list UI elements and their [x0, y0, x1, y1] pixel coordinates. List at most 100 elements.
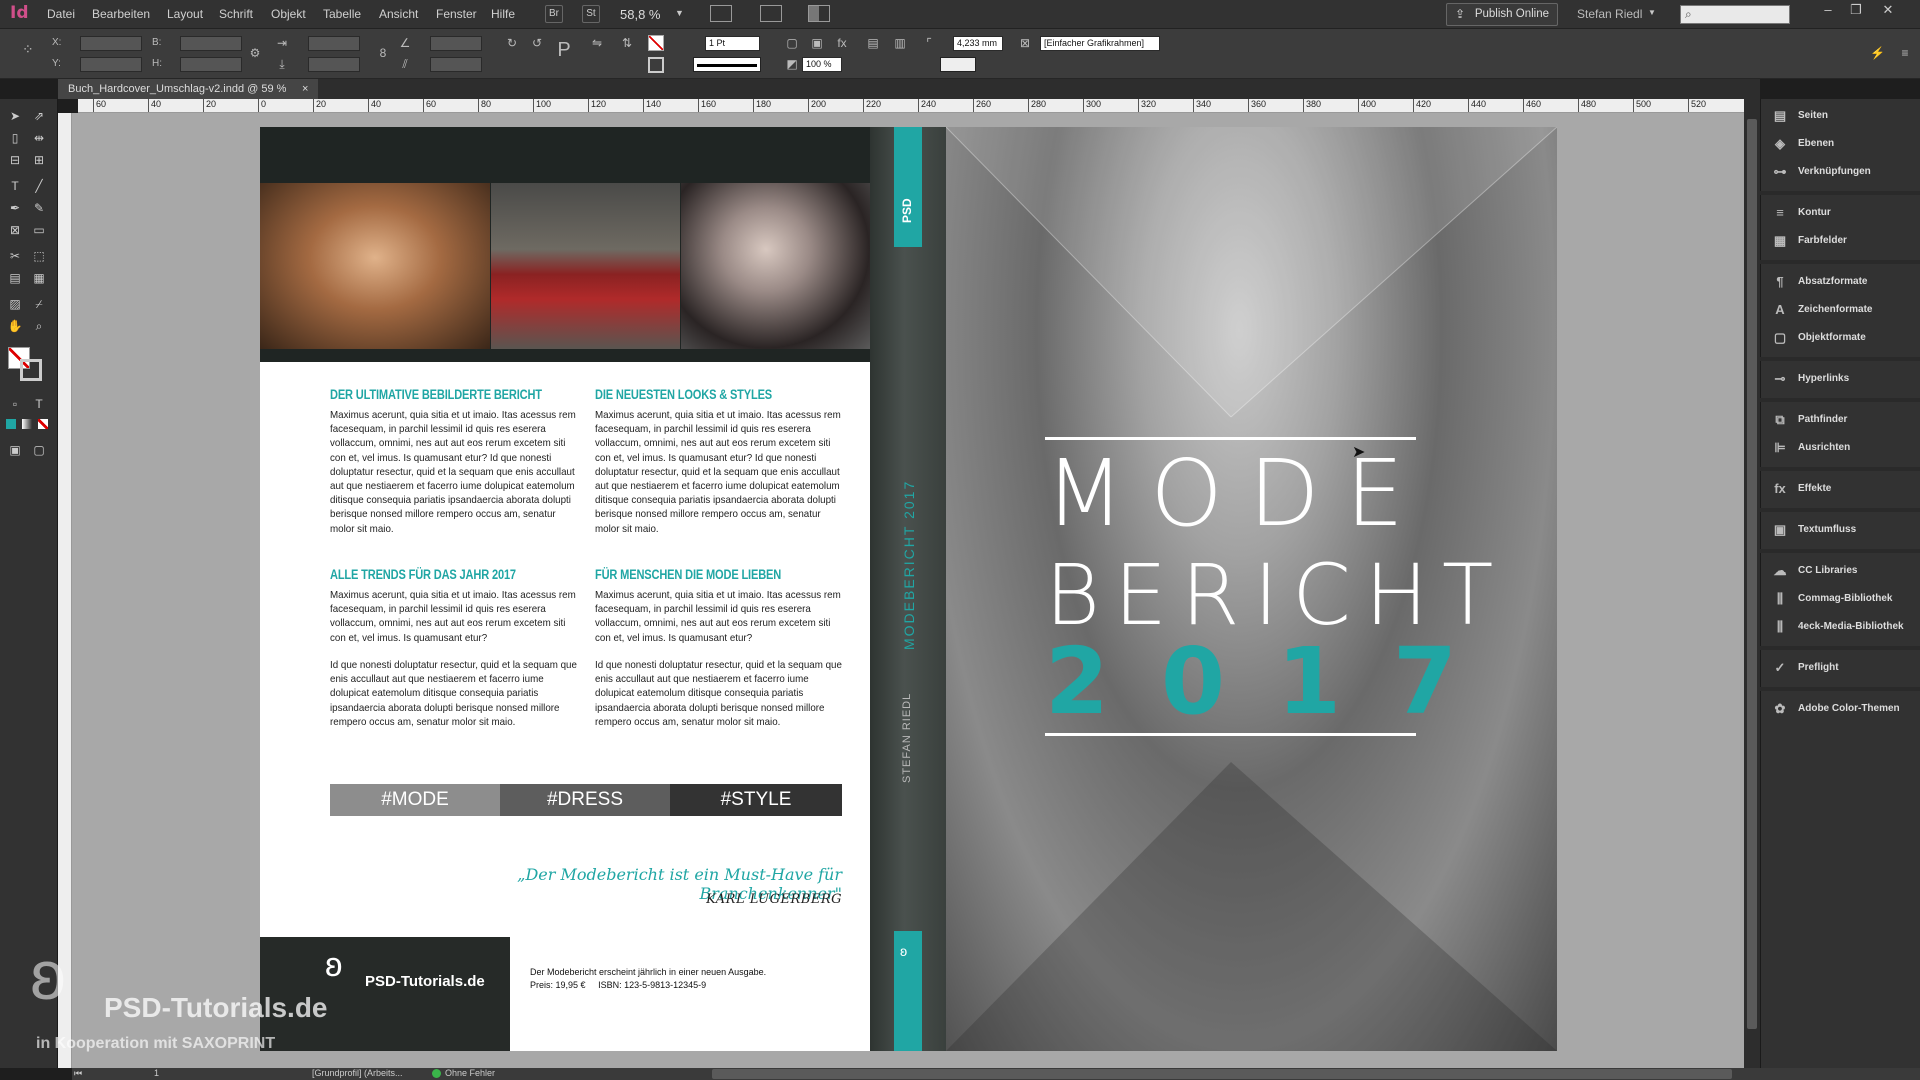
- horizontal-scrollbar-thumb[interactable]: [712, 1069, 1732, 1079]
- panel-absatzformate[interactable]: ¶ Absatzformate: [1771, 271, 1916, 293]
- minimize-icon[interactable]: –: [1815, 2, 1841, 20]
- corner-shape-icon[interactable]: ⌜: [922, 36, 936, 50]
- photo-woman-black-feathers[interactable]: [681, 183, 870, 349]
- panel-objektformate[interactable]: ▢ Objektformate: [1771, 327, 1916, 349]
- menu-objekt[interactable]: Objekt: [271, 7, 306, 21]
- close-tab-icon[interactable]: ×: [302, 79, 308, 99]
- rectangle-frame-tool-icon[interactable]: ⊠: [6, 221, 24, 239]
- menu-datei[interactable]: Datei: [47, 7, 75, 21]
- fill-none-swatch[interactable]: [648, 35, 664, 51]
- search-input[interactable]: ⌕: [1680, 5, 1790, 24]
- normal-view-icon[interactable]: ▣: [6, 441, 24, 459]
- scrollbar-thumb[interactable]: [1747, 119, 1757, 1029]
- pen-tool-icon[interactable]: ✒: [6, 199, 24, 217]
- flip-h-icon[interactable]: ⇋: [590, 36, 604, 50]
- height-field[interactable]: [180, 57, 242, 72]
- constrain-proportions-icon[interactable]: ⚙: [248, 46, 262, 60]
- user-menu[interactable]: Stefan Riedl: [1577, 7, 1642, 21]
- rotate-cw-icon[interactable]: ↻: [505, 36, 519, 50]
- y-field[interactable]: [80, 57, 142, 72]
- path-select-icon[interactable]: P: [557, 40, 571, 60]
- panel-ebenen[interactable]: ◈ Ebenen: [1771, 133, 1916, 155]
- chevron-down-icon[interactable]: ▼: [1648, 8, 1656, 17]
- free-transform-tool-icon[interactable]: ⬚: [30, 247, 48, 265]
- restore-icon[interactable]: ❐: [1843, 2, 1869, 20]
- panel-verknuepfungen[interactable]: ⊶ Verknüpfungen: [1771, 161, 1916, 183]
- lightning-icon[interactable]: ⚡: [1870, 46, 1885, 60]
- view-options-icon[interactable]: [710, 5, 732, 22]
- document-tab[interactable]: Buch_Hardcover_Umschlag-v2.indd @ 59 % ×: [58, 79, 318, 99]
- eyedropper-tool-icon[interactable]: ⌿: [30, 295, 48, 313]
- content-collector-icon[interactable]: ⊟: [6, 151, 24, 169]
- scissors-tool-icon[interactable]: ✂: [6, 247, 24, 265]
- panel-hyperlinks[interactable]: ⊸ Hyperlinks: [1771, 368, 1916, 390]
- menu-tabelle[interactable]: Tabelle: [323, 7, 361, 21]
- scale-x-field[interactable]: [308, 36, 360, 51]
- gap-tool-icon[interactable]: ⇹: [30, 129, 48, 147]
- corner-size-field[interactable]: 4,233 mm: [953, 36, 1003, 51]
- apply-none-icon[interactable]: [38, 419, 48, 429]
- object-style-dropdown[interactable]: [Einfacher Grafikrahmen]: [1040, 36, 1160, 51]
- arrange-documents-icon[interactable]: [808, 5, 830, 22]
- chevron-down-icon[interactable]: ▼: [675, 8, 684, 18]
- pencil-tool-icon[interactable]: ✎: [30, 199, 48, 217]
- opacity-field[interactable]: 100 %: [802, 57, 842, 72]
- panel-seiten[interactable]: ▤ Seiten: [1771, 105, 1916, 127]
- fx-icon[interactable]: fx: [835, 36, 849, 50]
- reference-point-icon[interactable]: ⁘: [22, 41, 44, 63]
- shear-field[interactable]: [430, 57, 482, 72]
- profile-dropdown[interactable]: [Grundprofil] (Arbeits...: [312, 1068, 403, 1078]
- bridge-button[interactable]: Br: [545, 5, 563, 23]
- menu-schrift[interactable]: Schrift: [219, 7, 253, 21]
- frame-fit-icon[interactable]: ▢: [785, 36, 799, 50]
- panel-ausrichten[interactable]: ⊫ Ausrichten: [1771, 437, 1916, 459]
- line-tool-icon[interactable]: ╱: [30, 177, 48, 195]
- first-page-icon[interactable]: ⏮: [74, 1068, 82, 1079]
- align-icon[interactable]: ▤: [866, 36, 880, 50]
- menu-fenster[interactable]: Fenster: [436, 7, 477, 21]
- panel-menu-icon[interactable]: ≡: [1898, 46, 1912, 60]
- gradient-swatch-tool-icon[interactable]: ▤: [6, 269, 24, 287]
- formatting-text-icon[interactable]: T: [30, 395, 48, 413]
- menu-ansicht[interactable]: Ansicht: [379, 7, 418, 21]
- publish-online-button[interactable]: ⇪ Publish Online: [1446, 3, 1558, 26]
- gradient-feather-tool-icon[interactable]: ▦: [30, 269, 48, 287]
- x-field[interactable]: [80, 36, 142, 51]
- photo-woman-gold-jewelry[interactable]: [260, 183, 490, 349]
- flip-v-icon[interactable]: ⇅: [620, 36, 634, 50]
- preview-mode-icon[interactable]: ▢: [30, 441, 48, 459]
- apply-gradient-icon[interactable]: [22, 419, 32, 429]
- corner-type-dropdown[interactable]: [940, 57, 976, 72]
- hand-tool-icon[interactable]: ✋: [6, 317, 24, 335]
- apply-color-icon[interactable]: [6, 419, 16, 429]
- panel-commag-bibliothek[interactable]: ⫼ Commag-Bibliothek: [1771, 588, 1916, 610]
- menu-layout[interactable]: Layout: [167, 7, 203, 21]
- direct-selection-tool-icon[interactable]: ⇗: [30, 107, 48, 125]
- panel-textumfluss[interactable]: ▣ Textumfluss: [1771, 519, 1916, 541]
- note-tool-icon[interactable]: ▨: [6, 295, 24, 313]
- panel-effekte[interactable]: fx Effekte: [1771, 478, 1916, 500]
- photo-woman-red-dress[interactable]: [491, 183, 680, 349]
- stock-button[interactable]: St: [582, 5, 600, 23]
- page-number[interactable]: 1: [154, 1068, 159, 1078]
- close-icon[interactable]: ✕: [1875, 2, 1901, 20]
- panel-kontur[interactable]: ≡ Kontur: [1771, 202, 1916, 224]
- selection-tool-icon[interactable]: ➤: [6, 107, 24, 125]
- distribute-icon[interactable]: ▥: [893, 36, 907, 50]
- stroke-swatch-toolbox[interactable]: [20, 359, 42, 381]
- link-icon[interactable]: 8: [376, 46, 390, 60]
- panel-zeichenformate[interactable]: A Zeichenformate: [1771, 299, 1916, 321]
- formatting-container-icon[interactable]: ▫: [6, 395, 24, 413]
- content-placer-icon[interactable]: ⊞: [30, 151, 48, 169]
- page-tool-icon[interactable]: ▯: [6, 129, 24, 147]
- stroke-swatch[interactable]: [648, 57, 664, 73]
- preflight-status[interactable]: Ohne Fehler: [445, 1068, 495, 1078]
- width-field[interactable]: [180, 36, 242, 51]
- rectangle-tool-icon[interactable]: ▭: [30, 221, 48, 239]
- rotate-ccw-icon[interactable]: ↺: [530, 36, 544, 50]
- frame-content-icon[interactable]: ▣: [810, 36, 824, 50]
- rotation-field[interactable]: [430, 36, 482, 51]
- stroke-weight-field[interactable]: 1 Pt: [705, 36, 760, 51]
- panel-adobe-color-themen[interactable]: ✿ Adobe Color-Themen: [1771, 698, 1916, 720]
- panel-pathfinder[interactable]: ⧉ Pathfinder: [1771, 409, 1916, 431]
